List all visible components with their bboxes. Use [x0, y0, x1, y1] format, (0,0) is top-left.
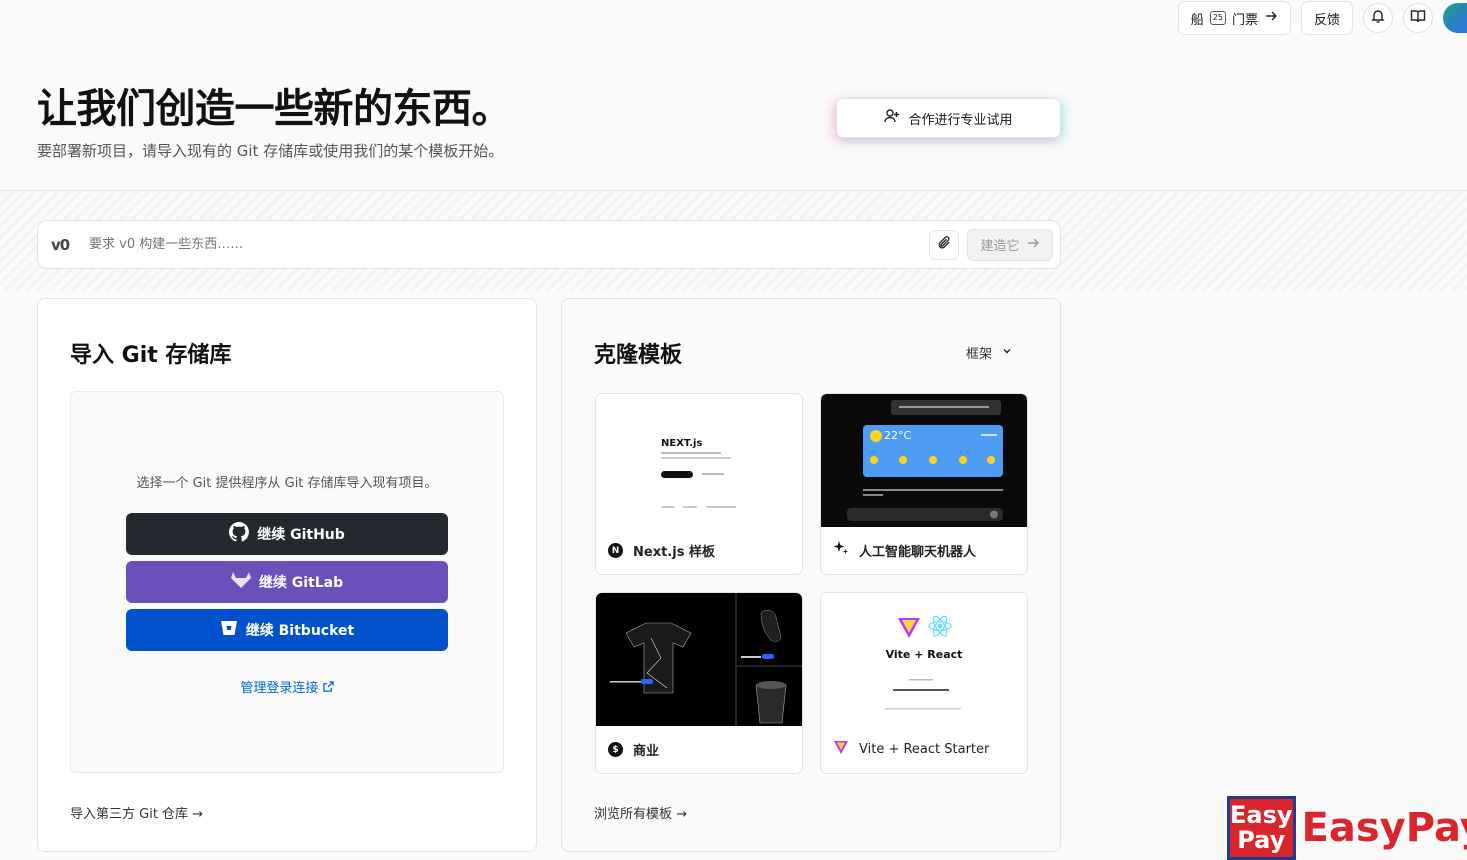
v0-prompt-bar: v0 建造它 — [37, 220, 1061, 269]
weather-temp: 22°C — [884, 429, 912, 442]
book-icon — [1410, 8, 1426, 28]
template-ai-chatbot-label: 人工智能聊天机器人 — [833, 540, 976, 560]
template-name: 商业 — [633, 744, 660, 759]
ai-chatbot-thumbnail: 22°C — [821, 394, 1027, 527]
template-name: Vite + React Starter — [859, 741, 990, 757]
template-nextjs-label: N Next.js 样板 — [608, 541, 715, 560]
vite-icon — [833, 739, 849, 759]
template-vite-react-label: Vite + React Starter — [833, 739, 989, 759]
continue-bitbucket-button[interactable]: 继续 Bitbucket — [126, 609, 448, 651]
import-card-title: 导入 Git 存储库 — [70, 343, 232, 368]
github-label: 继续 GitHub — [257, 527, 345, 543]
ship-badge: 25 — [1209, 11, 1226, 25]
nextjs-thumbnail: NEXT.js — [596, 394, 802, 527]
easypay-box-line1: Easy — [1230, 801, 1293, 829]
template-nextjs[interactable]: NEXT.js N Next.js 样板 — [595, 393, 803, 575]
bell-icon — [1370, 8, 1386, 28]
manage-link-label: 管理登录连接 — [240, 681, 319, 696]
clone-template-card: 克隆模板 框架 NEXT.js N Next.js 样板 22°C 人工智能聊天… — [561, 298, 1061, 852]
easypay-box-line2: Pay — [1237, 826, 1286, 854]
avatar[interactable] — [1443, 3, 1467, 33]
easypay-text: EasyPay — [1301, 805, 1467, 851]
top-bar: 船 25 门票 反馈 — [1177, 0, 1467, 36]
ship-tickets-button[interactable]: 船 25 门票 — [1177, 1, 1291, 35]
template-name: 人工智能聊天机器人 — [859, 544, 977, 560]
sparkles-icon — [833, 540, 849, 560]
vite-thumb-title: Vite + React — [885, 648, 963, 661]
arrow-right-icon — [1026, 236, 1040, 254]
arrow-right-icon — [1264, 9, 1278, 27]
attach-button[interactable] — [929, 229, 959, 260]
collaborate-pro-trial-button[interactable]: 合作进行专业试用 — [836, 98, 1061, 138]
page-subtitle: 要部署新项目，请导入现有的 Git 存储库或使用我们的某个模板开始。 — [37, 142, 504, 160]
import-hint: 选择一个 Git 提供程序从 Git 存储库导入现有项目。 — [136, 476, 438, 491]
vite-react-thumbnail: Vite + React — [821, 593, 1027, 726]
continue-gitlab-button[interactable]: 继续 GitLab — [126, 561, 448, 603]
notifications-button[interactable] — [1363, 3, 1393, 33]
gitlab-icon — [230, 571, 251, 593]
v0-logo: v0 — [51, 235, 70, 254]
template-ai-chatbot[interactable]: 22°C 人工智能聊天机器人 — [820, 393, 1028, 575]
import-third-party-link[interactable]: 导入第三方 Git 仓库 → — [70, 803, 203, 822]
dollar-icon: $ — [608, 742, 623, 757]
template-name: Next.js 样板 — [633, 545, 715, 560]
svg-text:NEXT.js: NEXT.js — [661, 438, 702, 449]
continue-github-button[interactable]: 继续 GitHub — [126, 513, 448, 555]
template-vite-react[interactable]: Vite + React Vite + React Starter — [820, 592, 1028, 774]
template-commerce[interactable]: $ 商业 — [595, 592, 803, 774]
tickets-label: 门票 — [1231, 12, 1258, 28]
browse-all-templates-link[interactable]: 浏览所有模板 → — [594, 803, 687, 822]
build-label: 建造它 — [980, 239, 1020, 254]
feedback-button[interactable]: 反馈 — [1300, 1, 1353, 35]
bitbucket-label: 继续 Bitbucket — [245, 623, 355, 639]
easypay-logo-box: Easy Pay — [1227, 796, 1296, 860]
framework-label: 框架 — [965, 347, 992, 362]
manage-login-connections-link[interactable]: 管理登录连接 — [71, 677, 503, 696]
framework-select[interactable]: 框架 — [966, 343, 1012, 362]
commerce-thumbnail — [596, 593, 802, 726]
feedback-label: 反馈 — [1313, 12, 1340, 28]
user-plus-icon — [884, 108, 900, 128]
v0-prompt-input[interactable] — [89, 237, 929, 252]
docs-button[interactable] — [1403, 3, 1433, 33]
paperclip-icon — [937, 235, 952, 254]
github-icon — [229, 522, 250, 546]
chevron-down-icon — [1002, 345, 1012, 360]
easypay-watermark: Easy Pay EasyPay — [1227, 796, 1467, 860]
ship-label: 船 — [1190, 12, 1204, 28]
collaborate-label: 合作进行专业试用 — [908, 112, 1013, 128]
import-git-card: 导入 Git 存储库 选择一个 Git 提供程序从 Git 存储库导入现有项目。… — [37, 298, 537, 852]
git-provider-box: 选择一个 Git 提供程序从 Git 存储库导入现有项目。 继续 GitHub … — [70, 391, 504, 773]
build-it-button[interactable]: 建造它 — [967, 228, 1053, 261]
template-commerce-label: $ 商业 — [608, 740, 659, 759]
gitlab-label: 继续 GitLab — [258, 575, 344, 591]
nextjs-icon: N — [608, 543, 623, 558]
clone-card-title: 克隆模板 — [594, 343, 683, 368]
page-title: 让我们创造一些新的东西。 — [37, 86, 512, 132]
external-link-icon — [322, 681, 334, 696]
bitbucket-icon — [220, 620, 238, 640]
